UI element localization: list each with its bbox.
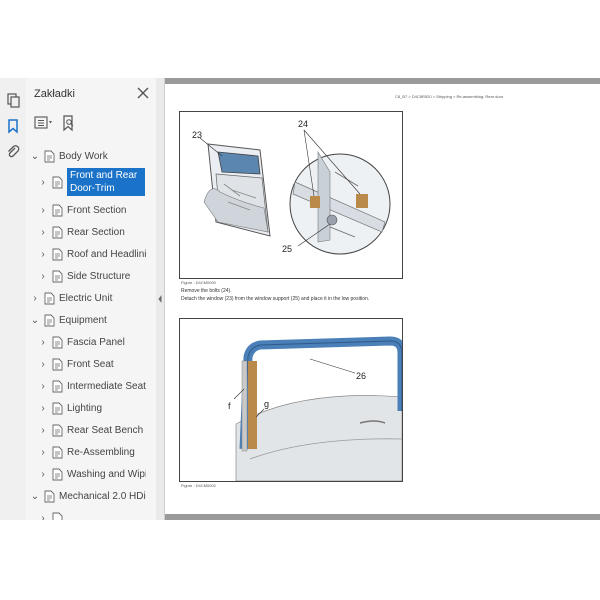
document-icon bbox=[52, 270, 63, 282]
chevron-down-icon[interactable]: ⌄ bbox=[30, 151, 40, 162]
chevron-right-icon[interactable]: › bbox=[38, 447, 48, 458]
tree-item-intermediate-seat[interactable]: › Intermediate Seat bbox=[38, 376, 146, 396]
document-icon bbox=[44, 490, 55, 502]
attachment-icon[interactable] bbox=[5, 144, 21, 160]
collapse-arrow-icon[interactable] bbox=[158, 295, 162, 303]
tree-item-label: Washing and Wiping bbox=[67, 468, 146, 480]
callout-g: g bbox=[264, 399, 269, 409]
chevron-down-icon[interactable]: ⌄ bbox=[30, 491, 40, 502]
callout-26: 26 bbox=[356, 371, 366, 381]
callout-23: 23 bbox=[192, 130, 202, 140]
tree-item-roof-and-headlining[interactable]: › Roof and Headlining bbox=[38, 244, 146, 264]
tree-item-label: Front Section bbox=[67, 204, 127, 216]
document-icon bbox=[52, 512, 63, 520]
tree-item-label: Re-Assembling bbox=[67, 446, 135, 458]
document-icon bbox=[52, 358, 63, 370]
tree-item-side-structure[interactable]: › Side Structure bbox=[38, 266, 130, 286]
document-icon bbox=[52, 402, 63, 414]
callout-f: f bbox=[228, 401, 231, 411]
window-seal-illustration: 26 f g bbox=[228, 336, 407, 482]
tree-item-front-section[interactable]: › Front Section bbox=[38, 200, 126, 220]
document-icon bbox=[52, 204, 63, 216]
tree-item-label: Roof and Headlining bbox=[67, 248, 146, 260]
close-icon[interactable] bbox=[136, 86, 150, 100]
tree-item-rear-section[interactable]: › Rear Section bbox=[38, 222, 125, 242]
document-icon bbox=[52, 380, 63, 392]
tree-item-lighting[interactable]: › Lighting bbox=[38, 398, 102, 418]
document-icon bbox=[52, 336, 63, 348]
bookmark-options-button[interactable] bbox=[34, 114, 56, 132]
chevron-right-icon[interactable]: › bbox=[38, 227, 48, 238]
document-icon bbox=[44, 150, 55, 162]
panel-splitter[interactable] bbox=[156, 78, 165, 520]
door-bolts-illustration: 23 24 25 bbox=[192, 119, 391, 255]
tree-item-body-work[interactable]: ⌄ Body Work bbox=[30, 146, 108, 166]
bookmark-tree: ⌄ Body Work › Front and Rear Door-Trim ›… bbox=[26, 144, 146, 520]
bookmark-icon[interactable] bbox=[5, 118, 21, 134]
document-icon bbox=[52, 446, 63, 458]
tree-item-mechanical-2-0-hdi[interactable]: ⌄ Mechanical 2.0 HDi bbox=[30, 486, 146, 506]
tree-item-partial[interactable]: › bbox=[38, 508, 67, 520]
instruction-line: Detach the window (23) from the window s… bbox=[181, 296, 370, 302]
chevron-right-icon[interactable]: › bbox=[38, 337, 48, 348]
tree-item-fascia-panel[interactable]: › Fascia Panel bbox=[38, 332, 125, 352]
panel-title: Zakładki bbox=[34, 88, 75, 100]
figure-caption: Figure : D4CM0000 bbox=[181, 280, 216, 285]
chevron-right-icon[interactable]: › bbox=[38, 359, 48, 370]
pages-icon[interactable] bbox=[5, 92, 21, 108]
tree-item-equipment[interactable]: ⌄ Equipment bbox=[30, 310, 107, 330]
document-icon bbox=[52, 226, 63, 238]
tree-item-label: Body Work bbox=[59, 150, 108, 162]
page-bottom-edge bbox=[165, 514, 600, 520]
tree-item-label: Front and Rear Door-Trim bbox=[67, 168, 145, 196]
tree-item-label: Side Structure bbox=[67, 270, 131, 282]
bookmark-search-icon[interactable] bbox=[62, 114, 76, 132]
document-icon bbox=[44, 314, 55, 326]
bookmarks-panel: Zakładki ⌄ Body Work › Front and Rear Do… bbox=[26, 78, 179, 520]
document-icon bbox=[52, 248, 63, 260]
tree-item-label: Electric Unit bbox=[59, 292, 113, 304]
tree-item-front-and-rear-door-trim[interactable]: › Front and Rear Door-Trim bbox=[38, 166, 145, 198]
chevron-right-icon[interactable]: › bbox=[38, 249, 48, 260]
figure-caption: Figure : D4CM0002 bbox=[181, 483, 216, 488]
document-icon bbox=[52, 424, 63, 436]
chevron-right-icon[interactable]: › bbox=[38, 469, 48, 480]
figure-window-seal: 26 f g bbox=[179, 318, 407, 482]
figure-door-bolts: 23 24 25 bbox=[179, 111, 403, 279]
tree-item-label: Front Seat bbox=[67, 358, 114, 370]
chevron-right-icon[interactable]: › bbox=[38, 403, 48, 414]
callout-24: 24 bbox=[298, 119, 308, 129]
tree-item-electric-unit[interactable]: › Electric Unit bbox=[30, 288, 112, 308]
tree-item-label: Fascia Panel bbox=[67, 336, 125, 348]
chevron-down-icon[interactable]: ⌄ bbox=[30, 315, 40, 326]
document-view: C8_B7 > D4C8R520 > Stripping > Re-assemb… bbox=[165, 78, 600, 520]
chevron-right-icon[interactable]: › bbox=[38, 513, 48, 521]
tree-item-washing-and-wiping[interactable]: › Washing and Wiping bbox=[38, 464, 146, 484]
document-icon bbox=[52, 176, 63, 188]
tree-item-front-seat[interactable]: › Front Seat bbox=[38, 354, 114, 374]
document-icon bbox=[52, 468, 63, 480]
running-header: C8_B7 > D4C8R520 > Stripping > Re-assemb… bbox=[395, 94, 504, 99]
side-tool-strip bbox=[0, 78, 27, 520]
pdf-viewer-window: Zakładki ⌄ Body Work › Front and Rear Do… bbox=[0, 78, 600, 520]
instruction-line: Remove the bolts (24). bbox=[181, 288, 232, 294]
page-top-edge bbox=[165, 78, 600, 84]
tree-item-label: Equipment bbox=[59, 314, 107, 326]
chevron-right-icon[interactable]: › bbox=[30, 293, 40, 304]
tree-item-label: Lighting bbox=[67, 402, 103, 414]
document-icon bbox=[44, 292, 55, 304]
tree-item-label: Mechanical 2.0 HDi bbox=[59, 490, 146, 502]
chevron-right-icon[interactable]: › bbox=[38, 381, 48, 392]
chevron-right-icon[interactable]: › bbox=[38, 425, 48, 436]
chevron-right-icon[interactable]: › bbox=[38, 205, 48, 216]
tree-item-rear-seat-bench-seat[interactable]: › Rear Seat Bench Seat bbox=[38, 420, 146, 440]
chevron-right-icon[interactable]: › bbox=[38, 271, 48, 282]
tree-item-label: Intermediate Seat bbox=[67, 380, 146, 392]
chevron-right-icon[interactable]: › bbox=[38, 177, 48, 188]
tree-item-label: Rear Seat Bench Seat bbox=[67, 424, 146, 436]
tree-item-label: Rear Section bbox=[67, 226, 125, 238]
tree-item-re-assembling[interactable]: › Re-Assembling bbox=[38, 442, 135, 462]
callout-25: 25 bbox=[282, 244, 292, 254]
